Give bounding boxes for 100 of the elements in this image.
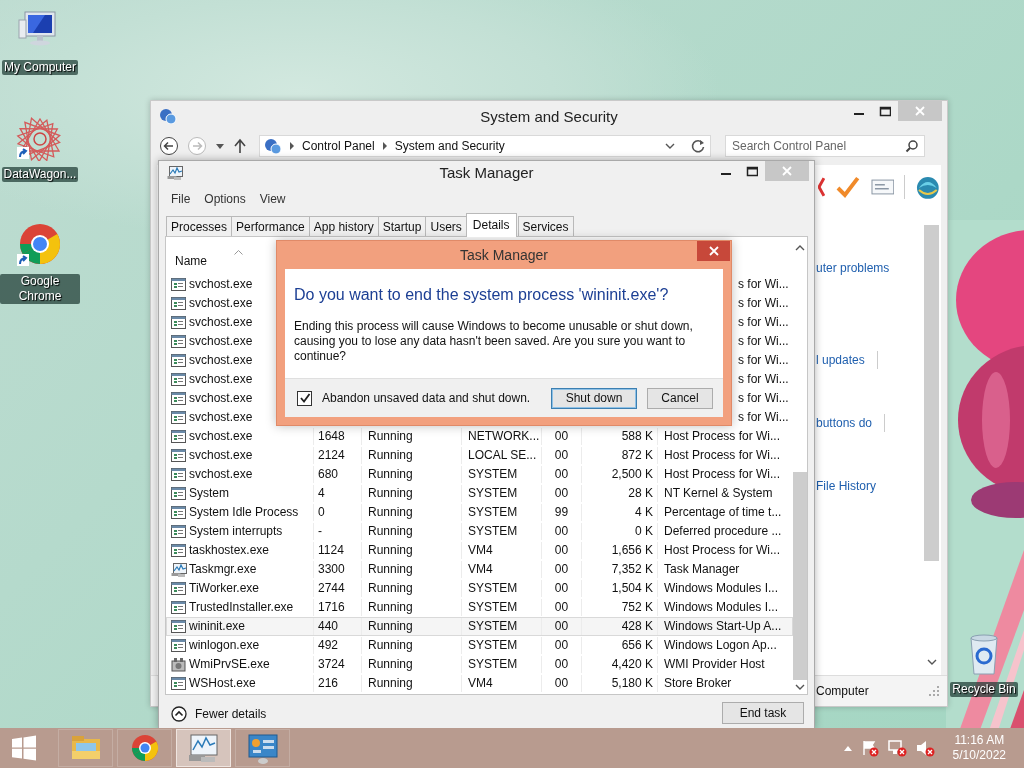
control-panel-icon: [159, 108, 177, 124]
table-cell-text: s for Wi...: [738, 294, 790, 312]
globe-icon[interactable]: [915, 174, 941, 200]
icon-label[interactable]: My Computer: [2, 60, 78, 75]
maximize-icon: [879, 105, 891, 117]
app-window-icon: [171, 580, 187, 596]
tab[interactable]: Details: [465, 212, 517, 237]
table-cell: 2744: [314, 579, 362, 597]
table-row[interactable]: System interrupts - Running SYSTEM 00 0 K Deferred procedure ...: [166, 521, 793, 541]
table-cell: Running: [362, 674, 462, 692]
link[interactable]: l updates: [816, 351, 878, 369]
breadcrumb-item[interactable]: System and Security: [394, 139, 505, 153]
card-icon[interactable]: [870, 178, 895, 196]
menu-item[interactable]: File: [171, 191, 191, 206]
app-window-icon: [171, 618, 187, 634]
clock-date: 5/10/2022: [952, 748, 1006, 763]
windows-logo-icon[interactable]: [10, 734, 38, 762]
taskbar-button[interactable]: [176, 729, 231, 767]
table-row[interactable]: Taskmgr.exe 3300 Running VM4 00 7,352 K Task Manager: [166, 559, 793, 579]
table-cell: TiWorker.exe: [189, 579, 260, 597]
table-cell: 656 K: [582, 636, 658, 654]
back-icon[interactable]: [159, 136, 179, 156]
table-cell: 440: [314, 617, 362, 635]
table-cell: 1716: [314, 598, 362, 616]
speaker-muted-icon[interactable]: [914, 739, 935, 757]
chevron-up-circle-icon: [171, 706, 187, 723]
tab[interactable]: Services: [517, 215, 574, 236]
table-cell: 00: [542, 579, 582, 597]
icon-label[interactable]: Google Chrome: [0, 274, 80, 304]
flag-error-icon[interactable]: [860, 739, 879, 757]
chevron-up-icon: [795, 243, 805, 252]
table-row[interactable]: wininit.exe 440 Running SYSTEM 00 428 K Windows Start-Up A...: [166, 616, 793, 636]
scrollbar-thumb[interactable]: [793, 472, 807, 681]
table-cell: svchost.exe: [189, 370, 253, 388]
fewer-details-link[interactable]: Fewer details: [171, 706, 267, 723]
chevron-right-icon: [380, 142, 389, 150]
close-button[interactable]: [697, 241, 730, 261]
table-cell: SYSTEM: [462, 503, 542, 521]
checkbox[interactable]: [297, 390, 312, 406]
table-row[interactable]: svchost.exe 680 Running SYSTEM 00 2,500 K Host Process for Wi...: [166, 464, 793, 484]
link[interactable]: buttons do: [816, 414, 886, 432]
menu-item[interactable]: View: [259, 191, 286, 206]
table-cell-text: Windows Logon Ap...: [663, 636, 778, 654]
checkmark-icon[interactable]: [834, 175, 861, 199]
chevron-down-icon[interactable]: [664, 141, 676, 151]
network-error-icon[interactable]: [886, 739, 907, 757]
table-row[interactable]: svchost.exe 2124 Running LOCAL SE... 00 872 K Host Process for Wi...: [166, 445, 793, 465]
breadcrumb-item[interactable]: Control Panel: [302, 139, 375, 153]
table-cell: 1,504 K: [582, 579, 658, 597]
maximize-icon: [746, 165, 758, 177]
table-row[interactable]: System Idle Process 0 Running SYSTEM 99 4 K Percentage of time t...: [166, 502, 793, 522]
dialog-button[interactable]: Cancel: [647, 387, 713, 409]
end-task-button[interactable]: End task: [722, 702, 804, 725]
table-row[interactable]: TrustedInstaller.exe 1716 Running SYSTEM 00 752 K Windows Modules I...: [166, 597, 793, 617]
table-row[interactable]: System 4 Running SYSTEM 00 28 K NT Kernel & System: [166, 483, 793, 503]
table-cell: 00: [542, 617, 582, 635]
table-cell: 00: [542, 674, 582, 692]
cross-icon[interactable]: [818, 176, 825, 198]
search-field[interactable]: Search Control Panel: [725, 135, 925, 157]
table-cell-text: s for Wi...: [738, 370, 790, 388]
table-cell: 1648: [314, 427, 362, 445]
menu-item[interactable]: Options: [204, 191, 246, 206]
icon-label[interactable]: DataWagon...: [1, 167, 79, 182]
caret-up-icon[interactable]: [842, 744, 853, 752]
chevron-down-icon: [795, 683, 805, 692]
table-cell-text: Deferred procedure ...: [663, 522, 783, 540]
table-cell: svchost.exe: [189, 389, 253, 407]
table-cell: svchost.exe: [189, 313, 253, 331]
table-cell: -: [314, 522, 362, 540]
table-cell: 588 K: [582, 427, 658, 445]
checkbox-label[interactable]: Abandon unsaved data and shut down.: [322, 391, 531, 405]
table-cell: LOCAL SE...: [462, 446, 542, 464]
up-arrow-icon[interactable]: [233, 138, 247, 154]
table-row[interactable]: TiWorker.exe 2744 Running SYSTEM 00 1,504 K Windows Modules I...: [166, 578, 793, 598]
link[interactable]: File History: [816, 477, 876, 495]
link[interactable]: uter problems: [816, 259, 890, 277]
caret-down-icon[interactable]: [215, 141, 225, 151]
tab[interactable]: App history: [308, 215, 379, 236]
status-text: Computer: [816, 684, 870, 698]
address-bar[interactable]: Control Panel System and Security: [259, 135, 711, 157]
table-row[interactable]: WSHost.exe 216 Running VM4 00 5,180 K Store Broker: [166, 673, 793, 693]
table-cell: Taskmgr.exe: [189, 560, 257, 578]
search-icon[interactable]: [905, 139, 919, 153]
tab[interactable]: Processes: [166, 215, 233, 236]
table-cell: 492: [314, 636, 362, 654]
dialog-button[interactable]: Shut down: [551, 387, 637, 409]
table-row[interactable]: WmiPrvSE.exe 3724 Running SYSTEM 00 4,420 K WMI Provider Host: [166, 654, 793, 674]
table-cell: WmiPrvSE.exe: [189, 655, 270, 673]
table-cell: 428 K: [582, 617, 658, 635]
table-row[interactable]: svchost.exe 1648 Running NETWORK... 00 588 K Host Process for Wi...: [166, 426, 793, 446]
table-row[interactable]: winlogon.exe 492 Running SYSTEM 00 656 K Windows Logon Ap...: [166, 635, 793, 655]
table-row[interactable]: taskhostex.exe 1124 Running VM4 00 1,656 K Host Process for Wi...: [166, 540, 793, 560]
scrollbar-thumb[interactable]: [924, 225, 939, 561]
minimize-icon: [721, 173, 731, 175]
table-cell: Running: [362, 579, 462, 597]
header-label[interactable]: Name: [175, 253, 207, 268]
refresh-icon[interactable]: [690, 138, 706, 154]
icon-label[interactable]: Recycle Bin: [950, 682, 1018, 697]
table-cell: 3300: [314, 560, 362, 578]
tab[interactable]: Startup: [377, 215, 427, 236]
